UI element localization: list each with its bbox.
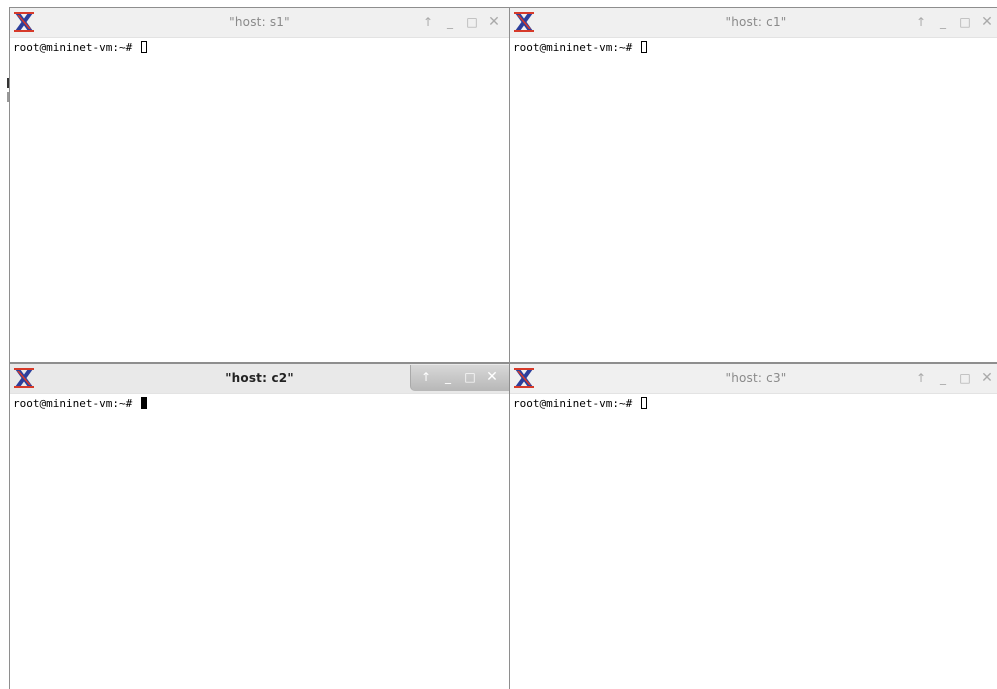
terminal-area[interactable]: root@mininet-vm:~# bbox=[10, 394, 509, 689]
minimize-icon[interactable]: _ bbox=[934, 13, 952, 31]
titlebar[interactable]: "host: c3" ↑ _ □ ✕ bbox=[510, 364, 997, 394]
close-icon[interactable]: ✕ bbox=[483, 368, 501, 386]
arrow-up-icon[interactable]: ↑ bbox=[912, 369, 930, 387]
shell-prompt: root@mininet-vm:~# bbox=[13, 397, 139, 410]
maximize-icon[interactable]: □ bbox=[956, 369, 974, 387]
maximize-icon[interactable]: □ bbox=[956, 13, 974, 31]
titlebar[interactable]: "host: s1" ↑ _ □ ✕ bbox=[10, 8, 509, 38]
titlebar[interactable]: "host: c1" ↑ _ □ ✕ bbox=[510, 8, 997, 38]
shell-prompt: root@mininet-vm:~# bbox=[513, 397, 639, 410]
terminal-area[interactable]: root@mininet-vm:~# bbox=[510, 38, 997, 362]
close-icon[interactable]: ✕ bbox=[978, 369, 996, 387]
titlebar[interactable]: "host: c2" ↑ _ □ ✕ bbox=[10, 364, 509, 394]
cursor bbox=[640, 41, 647, 53]
window-controls: ↑ _ □ ✕ bbox=[906, 8, 997, 37]
terminal-area[interactable]: root@mininet-vm:~# bbox=[510, 394, 997, 689]
arrow-up-icon[interactable]: ↑ bbox=[419, 13, 437, 31]
window-controls: ↑ _ □ ✕ bbox=[906, 364, 997, 393]
window-controls: ↑ _ □ ✕ bbox=[410, 365, 509, 391]
desktop: "host: s1" ↑ _ □ ✕ root@mininet-vm:~# "h… bbox=[0, 0, 997, 689]
shell-prompt: root@mininet-vm:~# bbox=[13, 41, 139, 54]
maximize-icon[interactable]: □ bbox=[463, 13, 481, 31]
arrow-up-icon[interactable]: ↑ bbox=[912, 13, 930, 31]
minimize-icon[interactable]: _ bbox=[934, 369, 952, 387]
terminal-area[interactable]: root@mininet-vm:~# bbox=[10, 38, 509, 362]
xterm-window-c3[interactable]: "host: c3" ↑ _ □ ✕ root@mininet-vm:~# bbox=[509, 363, 997, 689]
xterm-window-s1[interactable]: "host: s1" ↑ _ □ ✕ root@mininet-vm:~# bbox=[9, 7, 510, 363]
background-window-edge bbox=[7, 78, 9, 88]
cursor bbox=[140, 397, 147, 409]
minimize-icon[interactable]: _ bbox=[441, 13, 459, 31]
arrow-up-icon[interactable]: ↑ bbox=[417, 368, 435, 386]
close-icon[interactable]: ✕ bbox=[485, 13, 503, 31]
maximize-icon[interactable]: □ bbox=[461, 368, 479, 386]
close-icon[interactable]: ✕ bbox=[978, 13, 996, 31]
cursor bbox=[640, 397, 647, 409]
window-controls: ↑ _ □ ✕ bbox=[413, 8, 509, 37]
shell-prompt: root@mininet-vm:~# bbox=[513, 41, 639, 54]
xterm-window-c2[interactable]: "host: c2" ↑ _ □ ✕ root@mininet-vm:~# bbox=[9, 363, 510, 689]
background-window-edge bbox=[7, 92, 9, 102]
minimize-icon[interactable]: _ bbox=[439, 368, 457, 386]
xterm-window-c1[interactable]: "host: c1" ↑ _ □ ✕ root@mininet-vm:~# bbox=[509, 7, 997, 363]
cursor bbox=[140, 41, 147, 53]
